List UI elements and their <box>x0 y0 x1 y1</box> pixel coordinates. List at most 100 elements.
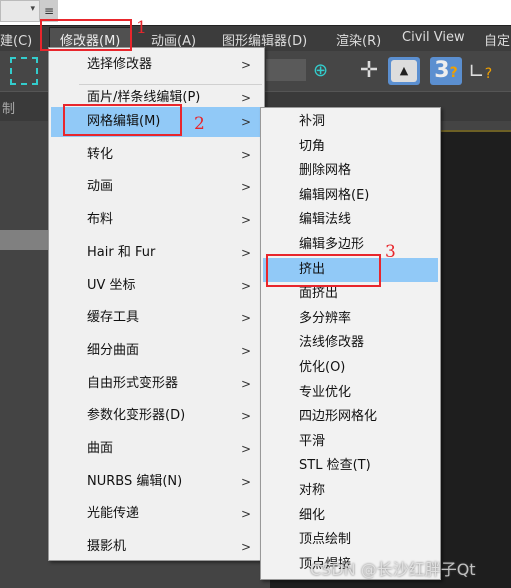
menu-customize[interactable]: 自定 <box>484 30 510 49</box>
menu-item-uv-coordinates[interactable]: UV 坐标 > <box>51 270 263 302</box>
menu-item-label: 布料 <box>87 212 114 227</box>
annotation-box-2 <box>63 104 182 136</box>
menu-item-label: 细分曲面 <box>87 343 140 358</box>
menu-item-label: 摄影机 <box>87 539 127 554</box>
menu-item-label: 动画 <box>87 179 114 194</box>
submenu-item-label: 优化(O) <box>299 360 346 375</box>
submenu-item[interactable]: 优化(O) <box>263 356 438 381</box>
submenu-item-label: 面挤出 <box>299 286 339 302</box>
submenu-item-label: 专业优化 <box>299 384 352 400</box>
submenu-item[interactable]: 切角 <box>263 135 438 160</box>
menu-item-radiosity[interactable]: 光能传递 > <box>51 498 263 530</box>
submenu-item[interactable]: 编辑网格(E) <box>263 184 438 209</box>
menu-item-label: 选择修改器 <box>87 57 153 72</box>
submenu-item-label: 顶点绘制 <box>299 532 352 548</box>
menu-item-conversion[interactable]: 转化 > <box>51 139 263 171</box>
menu-item-label: 缓存工具 <box>87 310 140 325</box>
menu-rendering[interactable]: 渲染(R) <box>336 30 381 49</box>
submenu-item[interactable]: 顶点绘制 <box>263 528 438 553</box>
chevron-right-icon: > <box>240 311 251 325</box>
chevron-right-icon: > <box>240 377 251 391</box>
submenu-item-label: 补洞 <box>299 114 326 129</box>
submenu-item-label: STL 检查(T) <box>299 458 371 474</box>
annotation-number-2: 2 <box>194 114 205 134</box>
chevron-right-icon: > <box>240 409 251 423</box>
menu-item-label: 面片/样条线编辑(P) <box>87 90 201 105</box>
panel-label: 制 <box>2 102 16 117</box>
chevron-right-icon: > <box>240 475 251 489</box>
menu-civil-view[interactable]: Civil View <box>402 30 465 45</box>
reference-coord-dropdown[interactable] <box>266 59 306 81</box>
selection-region-icon[interactable] <box>10 57 38 85</box>
chevron-right-icon: > <box>240 213 251 227</box>
menu-item-surface[interactable]: 曲面 > <box>51 433 263 465</box>
chevron-right-icon: > <box>240 507 251 521</box>
menu-item-animation[interactable]: 动画 > <box>51 171 263 203</box>
submenu-item-label: 四边形网格化 <box>299 409 378 425</box>
menu-item-parametric-deformers[interactable]: 参数化变形器(D) > <box>51 400 263 432</box>
menu-item-label: Hair 和 Fur <box>87 245 156 260</box>
menu-item-hair-fur[interactable]: Hair 和 Fur > <box>51 237 263 269</box>
submenu-item[interactable]: 补洞 <box>263 110 438 135</box>
submenu-item[interactable]: 编辑法线 <box>263 208 438 233</box>
workspace-dropdown[interactable] <box>0 0 40 22</box>
menu-item-label: 光能传递 <box>87 506 140 521</box>
submenu-item-label: 细化 <box>299 507 326 523</box>
menu-item-nurbs-editing[interactable]: NURBS 编辑(N) > <box>51 466 263 498</box>
menu-item-selection-modifiers[interactable]: 选择修改器 > <box>51 49 263 81</box>
submenu-item-label: 法线修改器 <box>299 335 365 351</box>
submenu-item-label: 多分辨率 <box>299 310 352 326</box>
submenu-item-label: 删除网格 <box>299 163 352 179</box>
3d-snap-icon[interactable]: 3? <box>430 57 462 85</box>
menu-create[interactable]: 建(C) <box>0 30 32 49</box>
submenu-item[interactable]: 平滑 <box>263 430 438 455</box>
menu-item-subdivision-surfaces[interactable]: 细分曲面 > <box>51 335 263 367</box>
menu-item-cloth[interactable]: 布料 > <box>51 204 263 236</box>
submenu-item[interactable]: 专业优化 <box>263 381 438 406</box>
submenu-item[interactable]: 四边形网格化 <box>263 405 438 430</box>
menu-item-cache-tools[interactable]: 缓存工具 > <box>51 302 263 334</box>
menu-item-label: NURBS 编辑(N) <box>87 474 183 489</box>
menu-item-label: 转化 <box>87 147 114 162</box>
annotation-number-1: 1 <box>136 18 147 38</box>
chevron-right-icon: > <box>240 540 251 554</box>
chevron-right-icon: > <box>240 279 251 293</box>
select-and-link-icon[interactable]: ⊕ <box>313 57 339 85</box>
submenu-item[interactable]: 对称 <box>263 479 438 504</box>
submenu-item-label: 编辑法线 <box>299 212 352 228</box>
submenu-item-label: 平滑 <box>299 433 326 449</box>
watermark: CSDN @长沙红胖子Qt <box>310 560 476 579</box>
panel-strip <box>0 230 48 250</box>
chevron-right-icon: > <box>240 442 251 456</box>
chevron-right-icon: > <box>240 115 251 129</box>
submenu-item[interactable]: 法线修改器 <box>263 331 438 356</box>
annotation-box-3 <box>266 254 381 287</box>
menu-item-label: 参数化变形器(D) <box>87 408 186 423</box>
left-panel <box>0 121 48 588</box>
annotation-number-3: 3 <box>385 242 396 262</box>
submenu-item[interactable]: 多分辨率 <box>263 307 438 332</box>
submenu-item-label: 切角 <box>299 138 326 154</box>
submenu-item[interactable]: STL 检查(T) <box>263 454 438 479</box>
pivot-icon[interactable]: ✛ <box>356 57 382 85</box>
submenu-item-label: 编辑多边形 <box>299 237 365 252</box>
submenu-item-label: 编辑网格(E) <box>299 187 370 203</box>
annotation-box-1 <box>40 19 132 51</box>
chevron-right-icon: > <box>240 58 251 72</box>
submenu-item-label: 对称 <box>299 483 326 498</box>
submenu-item[interactable]: 删除网格 <box>263 159 438 184</box>
mesh-editing-submenu: 补洞 切角 删除网格 编辑网格(E) 编辑法线 编辑多边形 挤出 面挤出 多分辨率 法线修改器 优化… <box>260 107 441 580</box>
submenu-item[interactable]: 细化 <box>263 504 438 529</box>
chevron-right-icon: > <box>240 148 251 162</box>
snap-toggle-button[interactable]: ▲ <box>388 57 420 85</box>
chevron-right-icon: > <box>240 180 251 194</box>
arrow-up-icon: ▲ <box>391 60 417 82</box>
menu-item-cameras[interactable]: 摄影机 > <box>51 531 263 563</box>
angle-snap-icon[interactable]: ∟? <box>468 57 498 85</box>
chevron-right-icon: > <box>240 344 251 358</box>
menu-item-label: 自由形式变形器 <box>87 376 179 391</box>
menu-item-label: 曲面 <box>87 441 114 456</box>
menu-item-free-form-deformers[interactable]: 自由形式变形器 > <box>51 368 263 400</box>
chevron-right-icon: > <box>240 246 251 260</box>
menu-item-label: UV 坐标 <box>87 278 136 293</box>
